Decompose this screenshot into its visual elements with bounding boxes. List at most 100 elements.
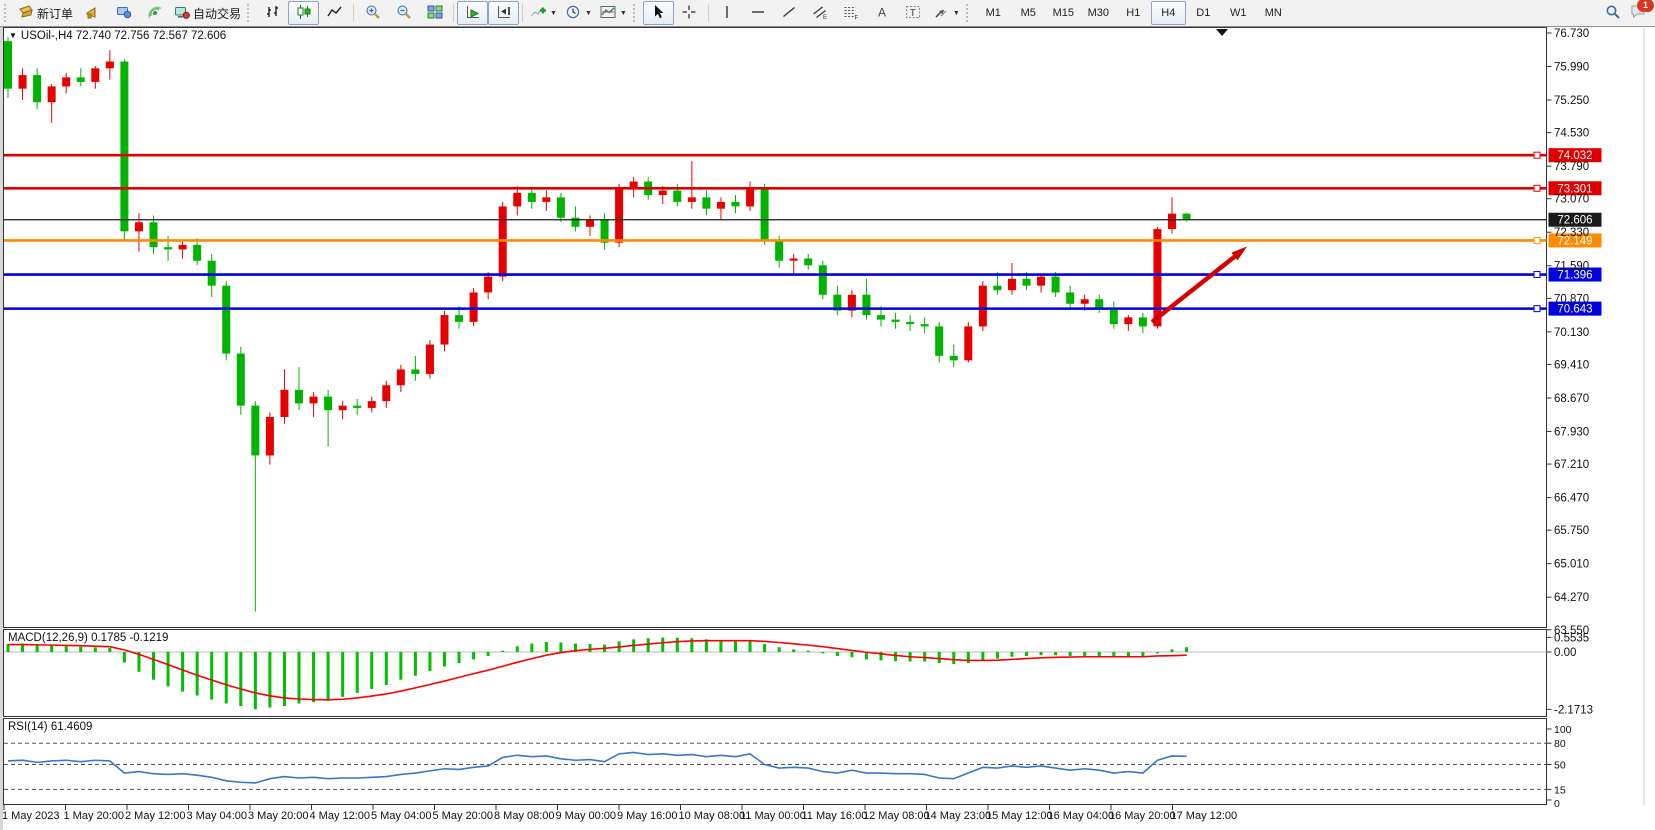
time-axis-label: 8 May 08:00	[494, 810, 555, 822]
fibonacci-button[interactable]: F	[836, 1, 867, 25]
zoom-in-button[interactable]	[357, 1, 388, 25]
candlestick-chart-button[interactable]	[288, 1, 319, 25]
horizontal-line-button[interactable]	[743, 1, 774, 25]
megaphone-icon	[85, 4, 101, 23]
signal-button[interactable]	[139, 1, 170, 25]
candle-body	[135, 222, 143, 231]
timeframe-d1[interactable]: D1	[1186, 1, 1221, 25]
candle-body	[19, 75, 27, 89]
toolbar-separator	[453, 4, 454, 22]
candle-body	[368, 401, 376, 408]
templates-button[interactable]: ▼	[596, 1, 631, 25]
time-axis-label: 16 May 20:00	[1109, 810, 1176, 822]
svg-text:A: A	[878, 5, 886, 19]
new-order-label: 新订单	[37, 5, 73, 22]
cursor-icon	[650, 4, 666, 23]
vertical-line-icon	[719, 4, 735, 23]
auto-scroll-button[interactable]	[457, 1, 488, 25]
timeframe-m15[interactable]: M15	[1046, 1, 1081, 25]
one-click-trading-icon[interactable]: ▼	[9, 31, 17, 40]
hline-handle[interactable]	[1534, 152, 1540, 158]
zoom-out-button[interactable]	[388, 1, 419, 25]
macd-indicator-label: MACD(12,26,9) 0.1785 -0.1219	[8, 632, 168, 644]
new-order-button[interactable]: 新订单	[14, 1, 77, 25]
toolbar-separator	[522, 4, 523, 22]
hline-handle[interactable]	[1534, 185, 1540, 191]
dropdown-arrow-icon: ▼	[550, 10, 557, 17]
autotrading-icon	[174, 4, 190, 23]
timeframe-mn[interactable]: MN	[1256, 1, 1291, 25]
candle-body	[615, 188, 623, 242]
macd-axis-label: -2.1713	[1554, 704, 1593, 716]
trendline-button[interactable]	[774, 1, 805, 25]
time-axis-label: 9 May 16:00	[617, 810, 678, 822]
time-axis-label: 5 May 20:00	[433, 810, 494, 822]
candle-body	[1052, 277, 1060, 293]
arrows-button[interactable]: ▼	[929, 1, 964, 25]
timeframe-h4[interactable]: H4	[1151, 1, 1186, 25]
rsi-axis-label: 15	[1554, 784, 1566, 796]
equidistant-channel-icon: E	[812, 4, 828, 23]
line-chart-button[interactable]	[319, 1, 350, 25]
candle-body	[62, 77, 70, 86]
price-axis-label: 73.070	[1554, 194, 1589, 206]
price-badge-label: 70.643	[1557, 304, 1592, 316]
time-axis-label: 14 May 23:00	[925, 810, 992, 822]
candle-body	[150, 222, 158, 247]
search-button[interactable]	[1597, 1, 1628, 25]
community-button[interactable]	[108, 1, 139, 25]
hline-handle[interactable]	[1534, 237, 1540, 243]
periods-button[interactable]: ▼	[561, 1, 596, 25]
time-axis-label: 4 May 12:00	[310, 810, 371, 822]
text-label-button[interactable]: T	[898, 1, 929, 25]
channel-button[interactable]: E	[805, 1, 836, 25]
candle-body	[455, 315, 463, 322]
indicators-button[interactable]: ▼	[526, 1, 561, 25]
hline-handle[interactable]	[1534, 306, 1540, 312]
candle-body	[179, 245, 187, 250]
candle-body	[921, 324, 929, 326]
timeframe-w1[interactable]: W1	[1221, 1, 1256, 25]
crosshair-button[interactable]	[674, 1, 705, 25]
timeframe-m5[interactable]: M5	[1011, 1, 1046, 25]
candle-body	[1139, 317, 1147, 326]
template-icon	[600, 4, 616, 23]
toolbar-separator	[353, 4, 354, 22]
text-label-icon: T	[905, 4, 921, 23]
price-chart-canvas[interactable]: 74.03273.30172.60672.14971.39670.64376.7…	[0, 26, 1655, 830]
toolbar: 新订单 自动交易 ▼ ▼ ▼ E F A T ▼ M1 M5 M15 M30 H…	[0, 0, 1655, 27]
candle-body	[877, 315, 885, 320]
hline-handle[interactable]	[1534, 272, 1540, 278]
notifications-button[interactable]: 1	[1630, 3, 1647, 24]
time-axis-label: 3 May 04:00	[187, 810, 248, 822]
price-axis-label: 75.990	[1554, 62, 1589, 74]
candle-body	[470, 292, 478, 321]
timeframe-m30[interactable]: M30	[1081, 1, 1116, 25]
price-axis-label: 74.530	[1554, 128, 1589, 140]
cursor-button[interactable]	[643, 1, 674, 25]
candle-body	[193, 245, 201, 261]
candle-body	[164, 247, 172, 249]
timeframe-h1[interactable]: H1	[1116, 1, 1151, 25]
candle-body	[33, 75, 41, 102]
text-button[interactable]: A	[867, 1, 898, 25]
candle-body	[4, 41, 12, 89]
panel-border	[4, 28, 1547, 628]
market-button[interactable]	[77, 1, 108, 25]
price-axis-label: 76.730	[1554, 28, 1589, 40]
bar-chart-button[interactable]	[257, 1, 288, 25]
macd-axis-label: 0.00	[1554, 647, 1576, 659]
vertical-line-button[interactable]	[712, 1, 743, 25]
tile-windows-button[interactable]	[419, 1, 450, 25]
autotrading-button[interactable]: 自动交易	[170, 1, 245, 25]
candle-body	[950, 356, 958, 361]
mt4-terminal: { "toolbar": { "new_order_label": "新订单",…	[0, 0, 1655, 830]
candle-body	[222, 286, 230, 354]
chart-shift-button[interactable]	[488, 1, 519, 25]
time-axis-label: 17 May 12:00	[1171, 810, 1238, 822]
svg-text:T: T	[910, 8, 916, 19]
time-axis-label: 1 May 20:00	[64, 810, 125, 822]
timeframe-m1[interactable]: M1	[976, 1, 1011, 25]
chart-window[interactable]: 74.03273.30172.60672.14971.39670.64376.7…	[0, 26, 1655, 830]
candle-body	[892, 320, 900, 322]
